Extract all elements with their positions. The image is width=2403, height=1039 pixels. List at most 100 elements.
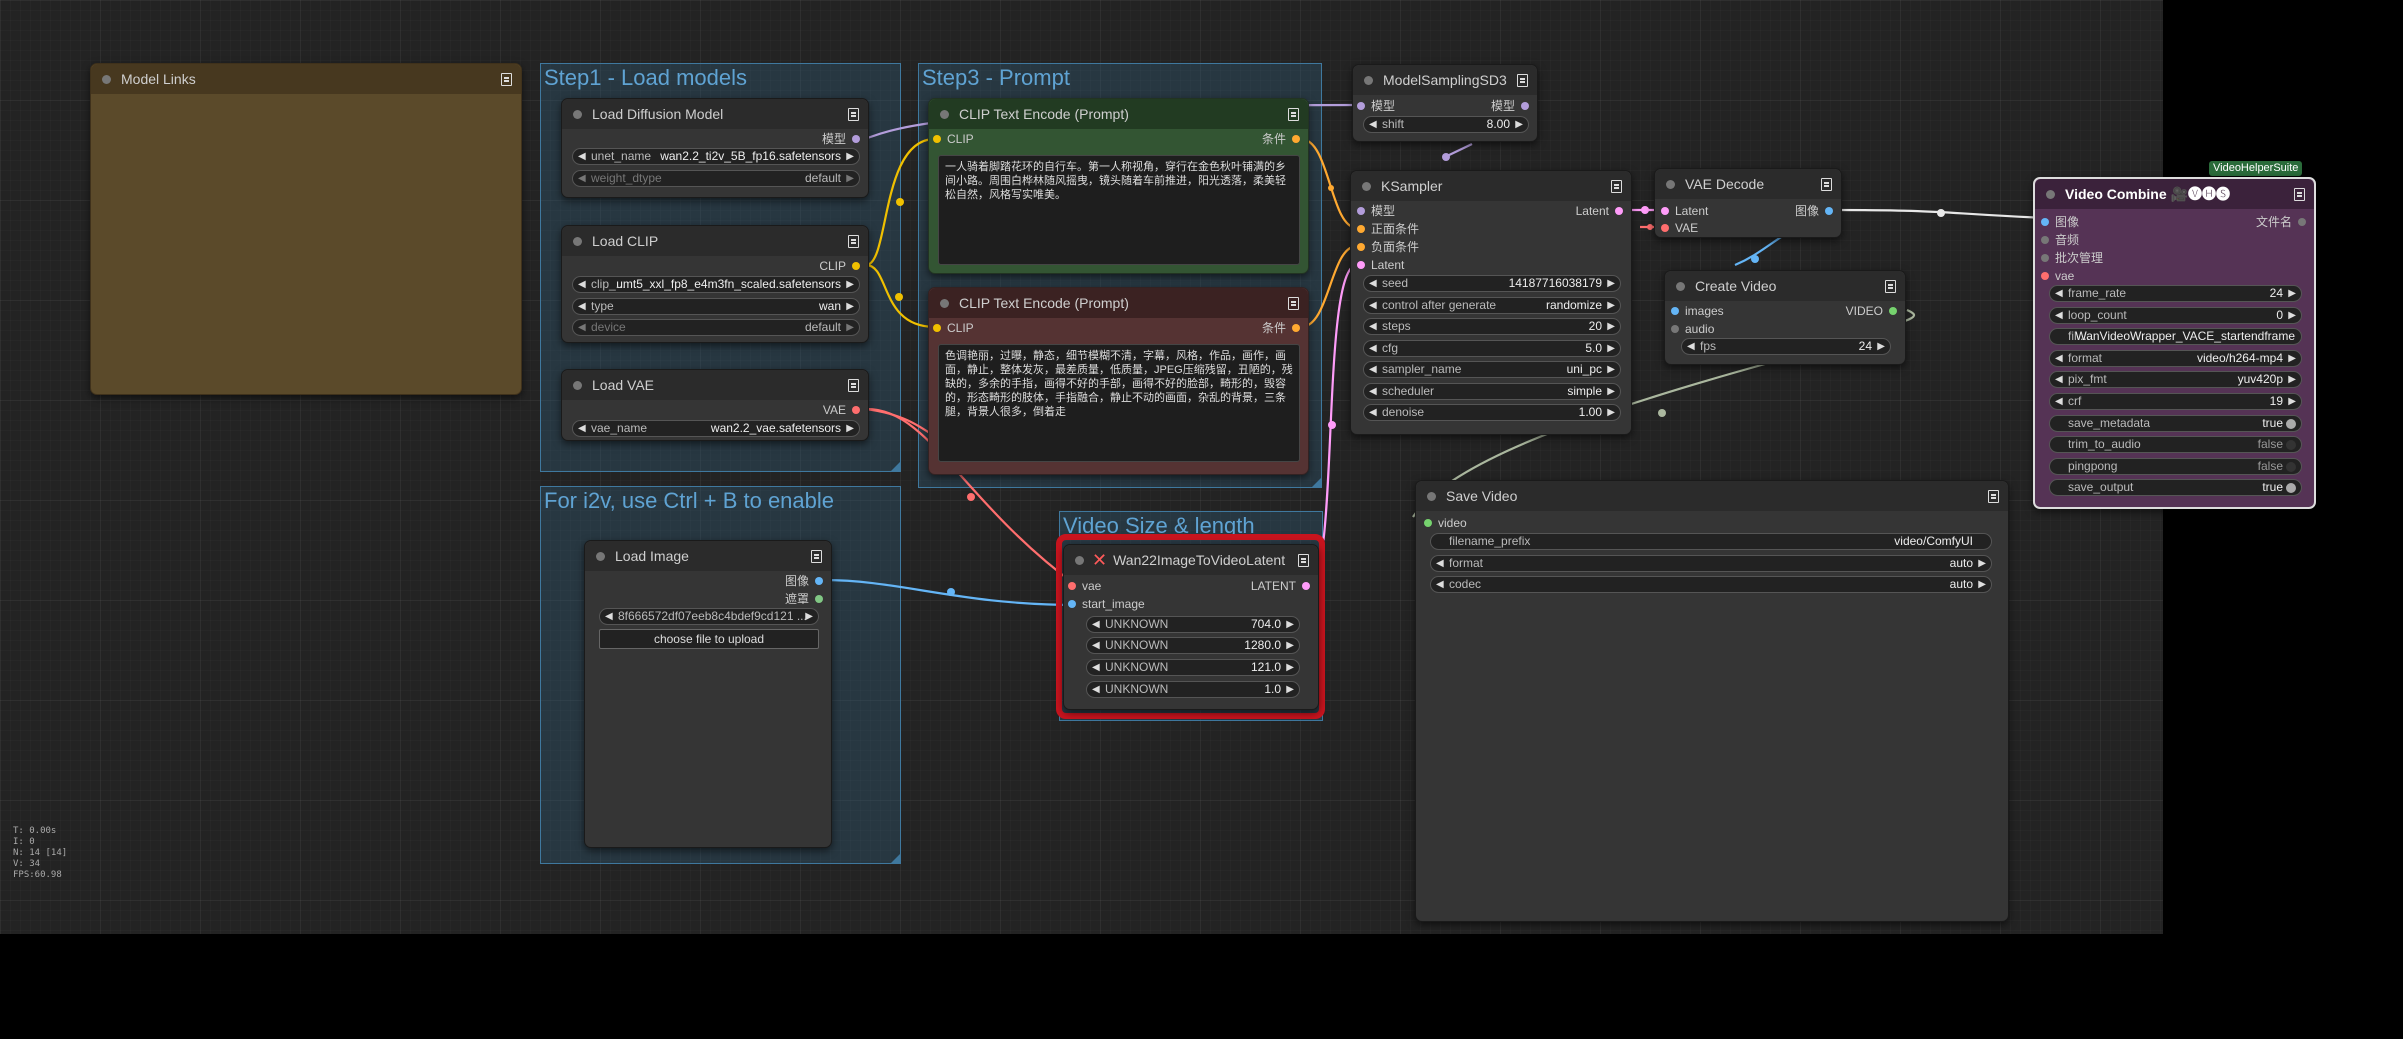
input-pin[interactable] — [1424, 519, 1432, 527]
cfg-number[interactable]: ◀ cfg 5.0 ▶ — [1363, 340, 1621, 357]
steps-number[interactable]: ◀ steps 20 ▶ — [1363, 318, 1621, 335]
shift-number[interactable]: ◀ shift 8.00 ▶ — [1363, 116, 1529, 133]
filename-prefix-text[interactable]: fil ... WanVideoWrapper_VACE_startendfram… — [2049, 328, 2302, 345]
node-graph-canvas[interactable]: Step1 - Load models Step3 - Prompt For i… — [0, 0, 2316, 934]
input-pin[interactable] — [2041, 254, 2049, 262]
clip-text-encode-positive-node[interactable]: CLIP Text Encode (Prompt) CLIP 条件 一人骑着脚踏… — [928, 98, 1309, 274]
ksampler-node[interactable]: KSampler 模型 正面条件 负面条件 Latent Latent ◀ see… — [1350, 170, 1632, 435]
input-pin[interactable] — [1671, 307, 1679, 315]
height-number[interactable]: ◀ UNKNOWN 1280.0 ▶ — [1086, 637, 1300, 654]
output-mask[interactable]: 遮罩 — [785, 591, 823, 607]
input-pin[interactable] — [1357, 225, 1365, 233]
doc-icon[interactable] — [2294, 188, 2305, 201]
output-pin[interactable] — [1292, 135, 1300, 143]
input-pin[interactable] — [2041, 272, 2049, 280]
output-pin[interactable] — [1292, 324, 1300, 332]
batch-size-number[interactable]: ◀ UNKNOWN 1.0 ▶ — [1086, 681, 1300, 698]
image-combo[interactable]: ◀ 8f666572df07eeb8c4bdef9cd121 ... ▶ — [599, 608, 819, 625]
output-filenames[interactable]: 文件名 — [2256, 214, 2306, 230]
collapse-dot[interactable] — [1676, 281, 1685, 291]
denoise-number[interactable]: ◀ denoise 1.00 ▶ — [1363, 404, 1621, 421]
collapse-dot[interactable] — [1427, 491, 1436, 501]
load-image-node[interactable]: Load Image 图像 遮罩 ◀ 8f666572df07eeb8c4bdef… — [584, 540, 832, 848]
codec-combo[interactable]: ◀ codec auto ▶ — [1430, 576, 1992, 593]
doc-icon[interactable] — [1821, 178, 1832, 191]
frame-rate-number[interactable]: ◀ frame_rate 24 ▶ — [2049, 285, 2302, 302]
input-audio[interactable]: audio — [1671, 321, 1714, 337]
vae-decode-node[interactable]: VAE Decode Latent VAE 图像 — [1654, 168, 1842, 238]
prompt-textarea[interactable]: 一人骑着脚踏花环的自行车。第一人称视角，穿行在金色秋叶铺满的乡间小路。周围白桦林… — [938, 155, 1300, 265]
doc-icon[interactable] — [1298, 554, 1309, 567]
input-pin[interactable] — [1671, 325, 1679, 333]
output-image[interactable]: 图像 — [1795, 203, 1833, 219]
output-latent[interactable]: Latent — [1576, 203, 1623, 219]
length-number[interactable]: ◀ UNKNOWN 121.0 ▶ — [1086, 659, 1300, 676]
wan22-image-to-video-latent-node[interactable]: ✕ Wan22ImageToVideoLatent vae start_image… — [1063, 544, 1319, 710]
input-pin[interactable] — [1357, 243, 1365, 251]
input-video[interactable]: video — [1424, 515, 1467, 531]
collapse-dot[interactable] — [102, 74, 111, 84]
model-sampling-sd3-node[interactable]: ModelSamplingSD3 模型 模型 ◀ shift 8.00 ▶ — [1352, 64, 1538, 142]
type-combo[interactable]: ◀ type wan ▶ — [572, 298, 860, 315]
output-conditioning[interactable]: 条件 — [1262, 131, 1300, 147]
doc-icon[interactable] — [848, 379, 859, 392]
doc-icon[interactable] — [811, 550, 822, 563]
prompt-textarea[interactable]: 色调艳丽，过曝，静态，细节模糊不清，字幕，风格，作品，画作，画面，静止，整体发灰… — [938, 344, 1300, 462]
collapse-dot[interactable] — [573, 380, 582, 390]
pingpong-toggle[interactable]: pingpong false — [2049, 458, 2302, 475]
trim-to-audio-toggle[interactable]: trim_to_audio false — [2049, 436, 2302, 453]
control-after-generate-combo[interactable]: ◀ control after generate randomize ▶ — [1363, 297, 1621, 314]
output-model[interactable]: 模型 — [822, 131, 860, 147]
collapse-dot[interactable] — [573, 109, 582, 119]
input-latent[interactable]: Latent — [1357, 257, 1404, 273]
video-combine-node[interactable]: Video Combine 🎥🅥🅗🅢 图像 音频 批次管理 vae 文件名 ◀ f… — [2033, 177, 2316, 509]
pix-fmt-combo[interactable]: ◀ pix_fmt yuv420p ▶ — [2049, 371, 2302, 388]
input-pin[interactable] — [1357, 261, 1365, 269]
doc-icon[interactable] — [1517, 74, 1528, 87]
seed-number[interactable]: ◀ seed 141877160381​79 ▶ — [1363, 275, 1621, 292]
upload-button[interactable]: choose file to upload — [599, 629, 819, 649]
input-pin[interactable] — [1357, 102, 1365, 110]
save-output-toggle[interactable]: save_output true — [2049, 479, 2302, 496]
input-positive[interactable]: 正面条件 — [1357, 221, 1419, 237]
device-combo[interactable]: ◀ device default ▶ — [572, 319, 860, 336]
collapse-dot[interactable] — [940, 298, 949, 308]
output-pin[interactable] — [1889, 307, 1897, 315]
input-vae[interactable]: VAE — [1661, 220, 1698, 236]
loop-count-number[interactable]: ◀ loop_count 0 ▶ — [2049, 307, 2302, 324]
sampler-name-combo[interactable]: ◀ sampler_name uni_pc ▶ — [1363, 361, 1621, 378]
weight-dtype-combo[interactable]: ◀ weight_dtype default ▶ — [572, 170, 860, 187]
output-pin[interactable] — [815, 595, 823, 603]
input-vae[interactable]: vae — [2041, 268, 2074, 284]
input-pin[interactable] — [933, 324, 941, 332]
model-links-node[interactable]: Model Links — [90, 63, 522, 395]
format-combo[interactable]: ◀ format auto ▶ — [1430, 555, 1992, 572]
input-model[interactable]: 模型 — [1357, 98, 1395, 114]
output-pin[interactable] — [852, 406, 860, 414]
input-pin[interactable] — [1661, 224, 1669, 232]
input-clip[interactable]: CLIP — [933, 320, 974, 336]
input-pin[interactable] — [1068, 582, 1076, 590]
input-vae[interactable]: vae — [1068, 578, 1101, 594]
doc-icon[interactable] — [1988, 490, 1999, 503]
crf-number[interactable]: ◀ crf 19 ▶ — [2049, 393, 2302, 410]
input-pin[interactable] — [933, 135, 941, 143]
filename-prefix-text[interactable]: filename_prefix video/ComfyUI — [1430, 533, 1992, 550]
output-pin[interactable] — [1521, 102, 1529, 110]
output-video[interactable]: VIDEO — [1846, 303, 1897, 319]
collapse-dot[interactable] — [1362, 181, 1371, 191]
collapse-dot[interactable] — [940, 109, 949, 119]
doc-icon[interactable] — [848, 108, 859, 121]
output-pin[interactable] — [1825, 207, 1833, 215]
width-number[interactable]: ◀ UNKNOWN 704.0 ▶ — [1086, 616, 1300, 633]
input-pin[interactable] — [2041, 236, 2049, 244]
output-pin[interactable] — [1615, 207, 1623, 215]
vae-name-combo[interactable]: ◀ vae_name wan2.2_vae.safetensors ▶ — [572, 420, 860, 437]
doc-icon[interactable] — [848, 235, 859, 248]
output-pin[interactable] — [1302, 582, 1310, 590]
input-pin[interactable] — [2041, 218, 2049, 226]
output-model[interactable]: 模型 — [1491, 98, 1529, 114]
input-meta-batch[interactable]: 批次管理 — [2041, 250, 2103, 266]
doc-icon[interactable] — [1885, 280, 1896, 293]
clip-name-combo[interactable]: ◀ clip_... umt5_xxl_fp8_e4m3fn_scaled.safe… — [572, 276, 860, 293]
